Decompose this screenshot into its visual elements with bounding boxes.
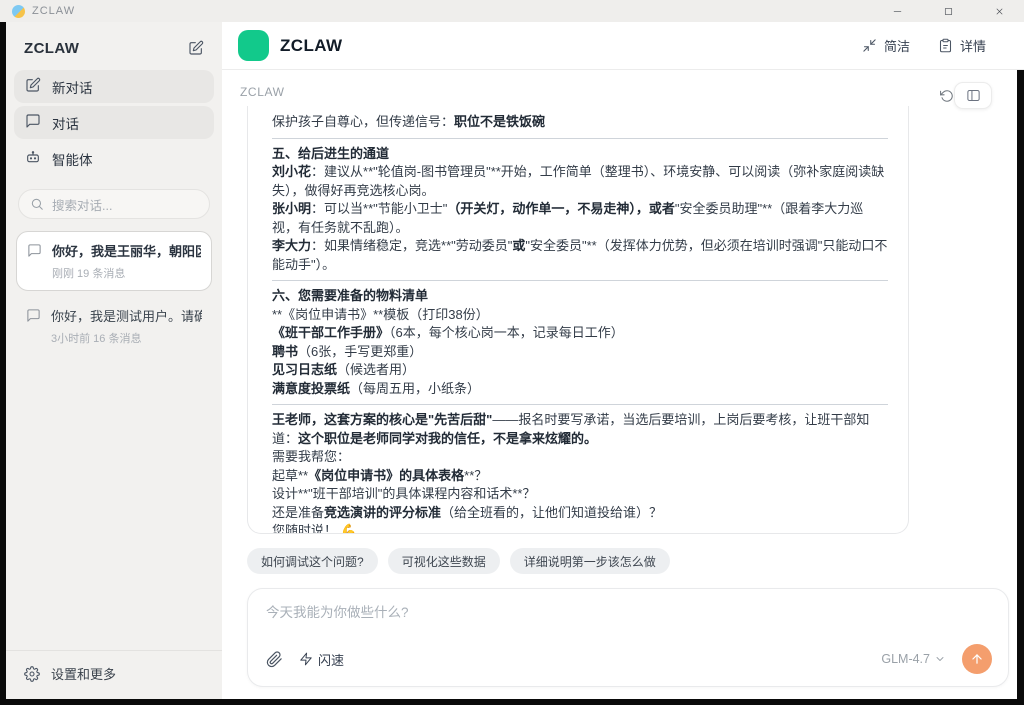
detail-mode-button[interactable]: 详情 bbox=[938, 36, 986, 55]
compose-icon bbox=[25, 77, 41, 96]
assistant-message: 保护孩子自尊心，但传递信号：职位不是铁饭碗五、给后进生的通道刘小花：建议从**"… bbox=[247, 106, 909, 534]
brand-logo bbox=[238, 30, 269, 61]
collapse-icon bbox=[862, 38, 877, 53]
side-panel-toggle-button[interactable] bbox=[954, 82, 992, 109]
message-divider bbox=[272, 138, 888, 139]
conversation-item[interactable]: 你好，我是王丽华，朝阳区... 刚刚 19 条消息 bbox=[16, 231, 212, 291]
search-placeholder: 搜索对话... bbox=[52, 195, 112, 214]
close-button[interactable] bbox=[992, 4, 1006, 18]
search-input[interactable]: 搜索对话... bbox=[18, 189, 210, 219]
model-label: GLM-4.7 bbox=[881, 652, 930, 666]
window-edge-left bbox=[0, 22, 6, 705]
suggestion-chip[interactable]: 如何调试这个问题? bbox=[247, 548, 378, 574]
sidebar-item-label: 新对话 bbox=[52, 77, 93, 97]
app-icon bbox=[12, 5, 25, 18]
search-icon bbox=[30, 197, 44, 211]
side-panel-icon bbox=[966, 88, 981, 103]
sidebar-title: ZCLAW bbox=[24, 40, 79, 57]
window-edge-bottom bbox=[0, 699, 1024, 705]
peer-label: ZCLAW bbox=[240, 85, 285, 99]
sidebar-item-new-chat[interactable]: 新对话 bbox=[14, 70, 214, 103]
arrow-up-icon bbox=[970, 652, 984, 666]
chevron-down-icon bbox=[934, 653, 946, 665]
model-selector[interactable]: GLM-4.7 bbox=[881, 652, 946, 666]
paperclip-icon bbox=[266, 651, 283, 668]
sidebar-item-chats[interactable]: 对话 bbox=[14, 106, 214, 139]
suggestion-chip[interactable]: 详细说明第一步该怎么做 bbox=[510, 548, 670, 574]
clipboard-icon bbox=[938, 38, 953, 53]
conversation-title: 你好，我是王丽华，朝阳区... bbox=[52, 241, 201, 260]
new-chat-compose-icon[interactable] bbox=[186, 38, 206, 58]
os-titlebar: ZCLAW bbox=[0, 0, 1024, 22]
message-divider bbox=[272, 280, 888, 281]
send-button[interactable] bbox=[962, 644, 992, 674]
chat-bubble-icon bbox=[25, 113, 41, 132]
message-paragraph: 满意度投票纸（每周五用，小纸条） bbox=[272, 380, 888, 399]
message-body: 保护孩子自尊心，但传递信号：职位不是铁饭碗五、给后进生的通道刘小花：建议从**"… bbox=[272, 113, 888, 534]
message-paragraph: 需要我帮您： bbox=[272, 448, 888, 467]
message-paragraph: 六、您需要准备的物料清单 bbox=[272, 287, 888, 306]
gear-icon bbox=[24, 666, 40, 682]
window-title: ZCLAW bbox=[32, 5, 75, 17]
sidebar-item-label: 智能体 bbox=[52, 149, 93, 169]
suggestion-chips: 如何调试这个问题? 可视化这些数据 详细说明第一步该怎么做 bbox=[247, 548, 1024, 574]
message-paragraph: 您随时说！ 💪 bbox=[272, 522, 888, 534]
message-divider bbox=[272, 404, 888, 405]
message-paragraph: 张小明：可以当**"节能小卫士"（开关灯，动作单一，不易走神），或者"安全委员助… bbox=[272, 200, 888, 237]
message-paragraph: 刘小花：建议从**"轮值岗-图书管理员"**开始，工作简单（整理书）、环境安静、… bbox=[272, 163, 888, 200]
robot-icon bbox=[25, 149, 41, 168]
settings-label: 设置和更多 bbox=[51, 664, 116, 683]
main-content: ZCLAW 简洁 详情 ZCLAW bbox=[222, 22, 1024, 705]
conversation-item[interactable]: 你好，我是测试用户。请确... 3小时前 16 条消息 bbox=[16, 297, 212, 355]
conversation-meta: 3小时前 16 条消息 bbox=[51, 330, 202, 346]
sidebar: ZCLAW 新对话 对话 智能体 bbox=[6, 22, 222, 699]
speed-label: 闪速 bbox=[318, 650, 344, 669]
attach-button[interactable] bbox=[266, 651, 283, 668]
message-input[interactable] bbox=[266, 605, 992, 620]
message-paragraph: 起草**《岗位申请书》的具体表格**？ bbox=[272, 467, 888, 486]
chat-bubble-icon bbox=[26, 308, 41, 328]
main-header: ZCLAW 简洁 详情 bbox=[222, 22, 1024, 70]
message-paragraph: 保护孩子自尊心，但传递信号：职位不是铁饭碗 bbox=[272, 113, 888, 132]
maximize-button[interactable] bbox=[941, 4, 955, 18]
message-paragraph: 见习日志纸（候选者用） bbox=[272, 361, 888, 380]
concise-mode-button[interactable]: 简洁 bbox=[862, 36, 910, 55]
message-paragraph: 五、给后进生的通道 bbox=[272, 145, 888, 164]
message-paragraph: 李大力：如果情绪稳定，竞选**"劳动委员"或"安全委员"**（发挥体力优势，但必… bbox=[272, 237, 888, 274]
sidebar-item-label: 对话 bbox=[52, 113, 79, 133]
refresh-icon bbox=[940, 89, 954, 103]
concise-label: 简洁 bbox=[884, 36, 910, 55]
detail-label: 详情 bbox=[960, 36, 986, 55]
message-paragraph: **《岗位申请书》**模板（打印38份） bbox=[272, 306, 888, 325]
brand-title: ZCLAW bbox=[280, 36, 342, 56]
minimize-button[interactable] bbox=[890, 4, 904, 18]
composer: 闪速 GLM-4.7 bbox=[247, 588, 1009, 687]
sidebar-item-agents[interactable]: 智能体 bbox=[14, 142, 214, 175]
conversation-title: 你好，我是测试用户。请确... bbox=[51, 306, 202, 325]
chat-bubble-icon bbox=[27, 243, 42, 263]
suggestion-chip[interactable]: 可视化这些数据 bbox=[388, 548, 500, 574]
settings-and-more-button[interactable]: 设置和更多 bbox=[6, 650, 222, 699]
message-paragraph: 设计**"班干部培训"的具体课程内容和话术**？ bbox=[272, 485, 888, 504]
speed-mode-button[interactable]: 闪速 bbox=[299, 650, 344, 669]
message-paragraph: 王老师，这套方案的核心是"先苦后甜"——报名时要写承诺，当选后要培训，上岗后要考… bbox=[272, 411, 888, 448]
lightning-icon bbox=[299, 652, 313, 666]
window-edge-right bbox=[1017, 70, 1024, 705]
chat-toolbar: ZCLAW bbox=[222, 70, 1024, 106]
app-window: ZCLAW ZCLAW bbox=[0, 0, 1024, 705]
message-paragraph: 《班干部工作手册》（6本，每个核心岗一本，记录每日工作） bbox=[272, 324, 888, 343]
conversation-meta: 刚刚 19 条消息 bbox=[52, 265, 201, 281]
message-paragraph: 还是准备竞选演讲的评分标准（给全班看的，让他们知道投给谁）？ bbox=[272, 504, 888, 523]
message-paragraph: 聘书（6张，手写更郑重） bbox=[272, 343, 888, 362]
